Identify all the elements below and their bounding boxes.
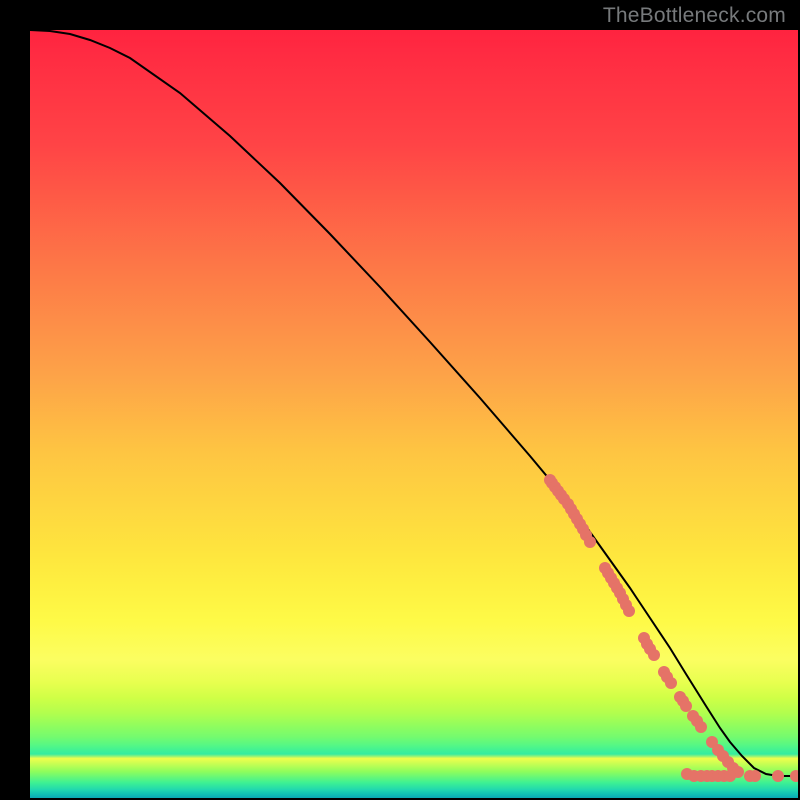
watermark-label: TheBottleneck.com — [603, 4, 786, 28]
curve-overlay — [30, 30, 798, 798]
data-point — [695, 721, 707, 733]
data-point — [648, 649, 660, 661]
chart-area — [30, 30, 798, 798]
data-point — [623, 605, 635, 617]
data-point — [724, 770, 736, 782]
data-point — [665, 677, 677, 689]
chart-container: TheBottleneck.com — [0, 0, 800, 800]
data-point — [749, 770, 761, 782]
bottleneck-curve — [30, 30, 798, 776]
data-markers — [544, 474, 798, 782]
data-point — [680, 700, 692, 712]
data-point — [790, 770, 798, 782]
data-point — [584, 536, 596, 548]
data-point — [772, 770, 784, 782]
